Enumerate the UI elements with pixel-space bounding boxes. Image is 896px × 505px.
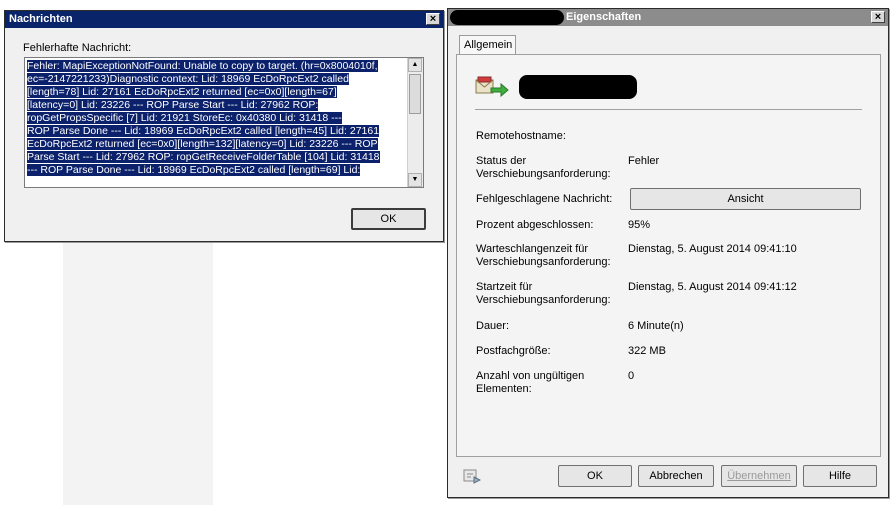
message-line: ROP Parse Done --- Lid: 18969 EcDoRpcExt…	[27, 125, 380, 137]
mailbox-size-label: Postfachgröße:	[476, 345, 551, 357]
start-time-value: Dienstag, 5. August 2014 09:41:12	[628, 281, 797, 293]
message-scrollbar[interactable]: ▲ ▼	[407, 58, 423, 187]
properties-title: Eigenschaften	[566, 11, 642, 23]
view-button[interactable]: Ansicht	[630, 188, 861, 210]
messages-dialog: Nachrichten × Fehlerhafte Nachricht: Feh…	[4, 10, 444, 242]
message-line: ropGetPropsSpecific [7] Lid: 21921 Store…	[27, 112, 342, 124]
help-button[interactable]: Hilfe	[803, 465, 877, 487]
cancel-button[interactable]: Abbrechen	[638, 465, 714, 487]
failed-message-label: Fehlgeschlagene Nachricht:	[476, 193, 613, 205]
start-time-label: Startzeit für Verschiebungsanforderung:	[476, 281, 611, 306]
help-context-icon[interactable]	[463, 468, 481, 484]
message-line: [latency=0] Lid: 23226 --- ROP Parse Sta…	[27, 99, 319, 111]
redacted-name	[450, 10, 564, 25]
queued-time-value: Dienstag, 5. August 2014 09:41:10	[628, 243, 797, 255]
message-line: ec=-2147221233)Diagnostic context: Lid: …	[27, 73, 349, 85]
message-line: [length=78] Lid: 27161 EcDoRpcExt2 retur…	[27, 86, 337, 98]
message-line: --- ROP Parse Done --- Lid: 18969 EcDoRp…	[27, 164, 361, 176]
mailbox-move-icon	[475, 76, 509, 98]
redacted-mailbox-name	[519, 75, 637, 99]
message-line: Fehler: MapiExceptionNotFound: Unable to…	[27, 60, 378, 72]
mailbox-size-value: 322 MB	[628, 345, 666, 357]
close-icon[interactable]: ×	[871, 11, 885, 23]
move-status-value: Fehler	[628, 155, 660, 167]
ok-button[interactable]: OK	[558, 465, 632, 487]
percent-complete-value: 95%	[628, 219, 651, 231]
invalid-items-label: Anzahl von ungültigen Elementen:	[476, 370, 585, 395]
apply-button[interactable]: Übernehmen	[721, 465, 797, 487]
failed-message-text[interactable]: Fehler: MapiExceptionNotFound: Unable to…	[27, 60, 407, 185]
message-line: Parse Start --- Lid: 27962 ROP: ropGetRe…	[27, 151, 380, 163]
duration-value: 6 Minute(n)	[628, 320, 684, 332]
messages-titlebar: Nachrichten ×	[5, 11, 443, 28]
failed-message-textbox[interactable]: Fehler: MapiExceptionNotFound: Unable to…	[24, 57, 424, 188]
properties-dialog: Eigenschaften × Allgemein Remotehostname…	[447, 8, 889, 498]
percent-complete-label: Prozent abgeschlossen:	[476, 219, 594, 231]
failed-message-label: Fehlerhafte Nachricht:	[23, 42, 132, 54]
message-line: EcDoRpcExt2 returned [ec=0x0][length=132…	[27, 138, 378, 150]
messages-title: Nachrichten	[9, 13, 73, 25]
close-icon[interactable]: ×	[426, 13, 440, 25]
scroll-down-icon[interactable]: ▼	[408, 173, 422, 187]
properties-titlebar: Eigenschaften ×	[448, 9, 888, 26]
scroll-up-icon[interactable]: ▲	[408, 58, 422, 72]
scroll-thumb[interactable]	[409, 74, 421, 114]
remote-host-label: Remotehostname:	[476, 130, 566, 142]
duration-label: Dauer:	[476, 320, 510, 332]
background-panel	[63, 240, 213, 505]
move-status-label: Status der Verschiebungsanforderung:	[476, 155, 611, 180]
separator	[475, 109, 862, 110]
ok-button[interactable]: OK	[351, 208, 426, 230]
invalid-items-value: 0	[628, 370, 635, 382]
queued-time-label: Warteschlangenzeit für Verschiebungsanfo…	[476, 243, 611, 268]
tab-allgemein[interactable]: Allgemein	[459, 35, 516, 55]
